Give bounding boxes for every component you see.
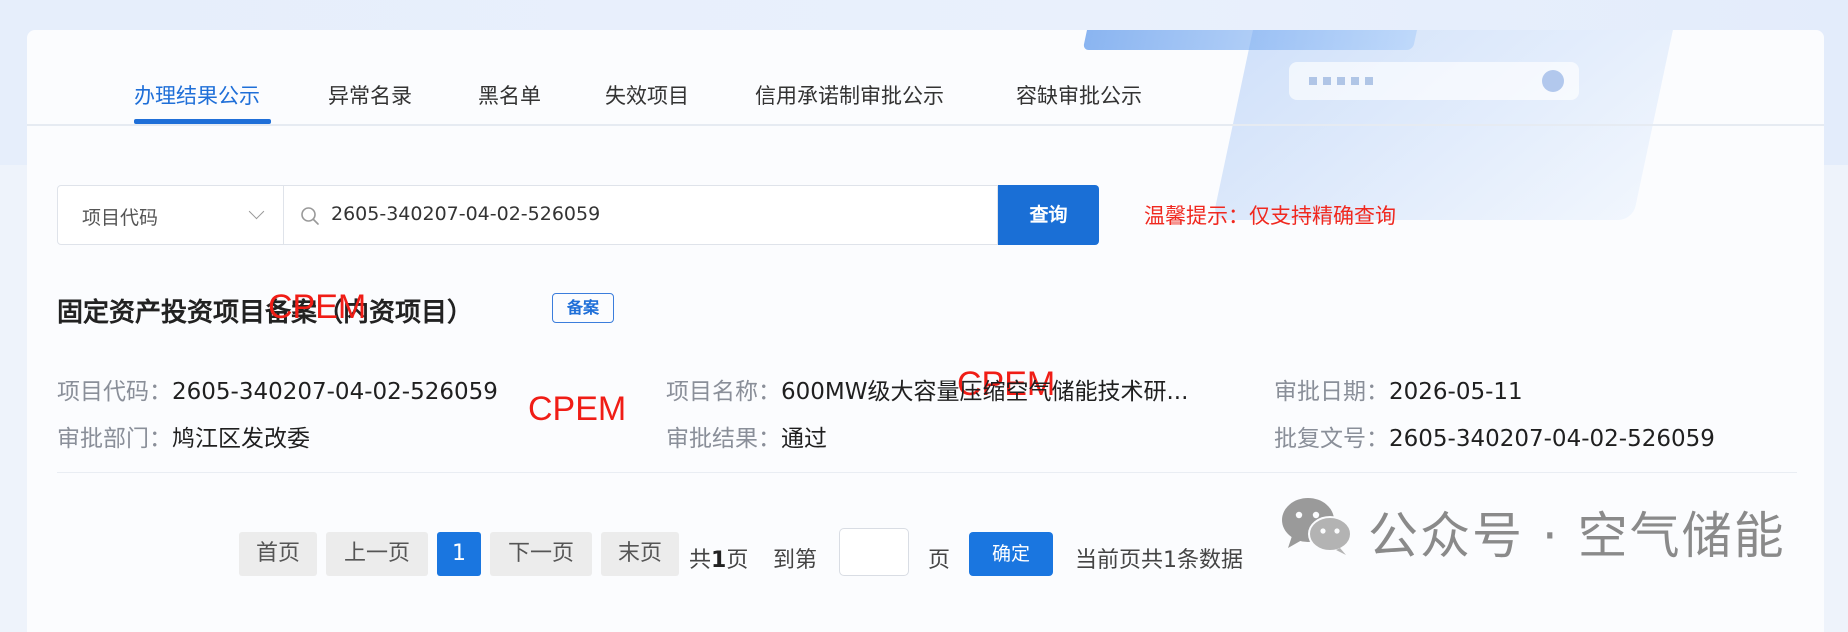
total-suffix: 页 xyxy=(726,548,749,573)
last-page-button[interactable]: 末页 xyxy=(601,532,679,576)
goto-label: 到第 xyxy=(773,548,818,573)
tab-result-publicity[interactable]: 办理结果公示 xyxy=(134,80,260,110)
field-project-name: 项目名称：600MW级大容量压缩空气储能技术研... xyxy=(666,372,1188,406)
search-type-value: 项目代码 xyxy=(82,207,159,229)
field-label: 批复文号： xyxy=(1274,426,1389,452)
page-summary: 当前页共1条数据 xyxy=(1075,548,1243,573)
watermark-text: CPEM xyxy=(268,288,367,326)
field-label: 项目名称： xyxy=(666,379,781,405)
search-box[interactable] xyxy=(284,185,998,245)
search-type-select[interactable]: 项目代码 xyxy=(57,185,284,245)
field-label: 审批部门： xyxy=(57,426,172,452)
page-1-button[interactable]: 1 xyxy=(437,532,481,576)
active-tab-indicator xyxy=(134,119,271,124)
search-icon xyxy=(301,207,319,225)
field-label: 审批日期： xyxy=(1274,379,1389,405)
status-badge: 备案 xyxy=(552,293,614,323)
tab-invalid-projects[interactable]: 失效项目 xyxy=(605,80,689,110)
search-tip: 温馨提示：仅支持精确查询 xyxy=(1144,204,1396,228)
total-pages-count: 1 xyxy=(711,548,727,573)
tab-credit-commitment[interactable]: 信用承诺制审批公示 xyxy=(755,80,944,110)
field-value: 2605-340207-04-02-526059 xyxy=(172,379,498,405)
tab-abnormal-list[interactable]: 异常名录 xyxy=(328,80,412,110)
field-reply-number: 批复文号：2605-340207-04-02-526059 xyxy=(1274,419,1715,453)
first-page-button[interactable]: 首页 xyxy=(239,532,317,576)
goto-confirm-button[interactable]: 确定 xyxy=(969,532,1053,576)
field-value: 2605-340207-04-02-526059 xyxy=(1389,426,1715,452)
prev-page-button[interactable]: 上一页 xyxy=(326,532,428,576)
field-approval-date: 审批日期：2026-05-11 xyxy=(1274,372,1523,406)
watermark-text: CPEM xyxy=(528,390,627,428)
query-button[interactable]: 查询 xyxy=(998,185,1099,245)
wechat-icon xyxy=(1282,498,1352,555)
field-value: 2026-05-11 xyxy=(1389,379,1523,405)
tab-bar: 办理结果公示 异常名录 黑名单 失效项目 信用承诺制审批公示 容缺审批公示 xyxy=(27,30,1824,126)
field-value: 600MW级大容量压缩空气储能技术研... xyxy=(781,379,1189,405)
next-page-button[interactable]: 下一页 xyxy=(490,532,592,576)
page-unit-label: 页 xyxy=(928,548,951,573)
tab-tolerance-approval[interactable]: 容缺审批公示 xyxy=(1016,80,1142,110)
chevron-down-icon xyxy=(248,203,265,220)
divider xyxy=(57,472,1797,473)
field-label: 审批结果： xyxy=(666,426,781,452)
total-pages: 共1页 xyxy=(689,542,748,574)
field-value: 鸠江区发改委 xyxy=(172,426,310,452)
result-title: 固定资产投资项目备案（内资项目） xyxy=(57,298,474,328)
goto-page-input[interactable] xyxy=(839,528,909,576)
field-department: 审批部门：鸠江区发改委 xyxy=(57,419,310,453)
tab-blacklist[interactable]: 黑名单 xyxy=(478,80,541,110)
field-project-code: 项目代码：2605-340207-04-02-526059 xyxy=(57,372,498,406)
field-approval-result: 审批结果：通过 xyxy=(666,419,827,453)
field-value: 通过 xyxy=(781,426,827,452)
wechat-watermark: 公众号 · 空气储能 xyxy=(1368,507,1786,565)
search-input[interactable] xyxy=(331,203,931,225)
total-prefix: 共 xyxy=(689,548,712,573)
field-label: 项目代码： xyxy=(57,379,172,405)
